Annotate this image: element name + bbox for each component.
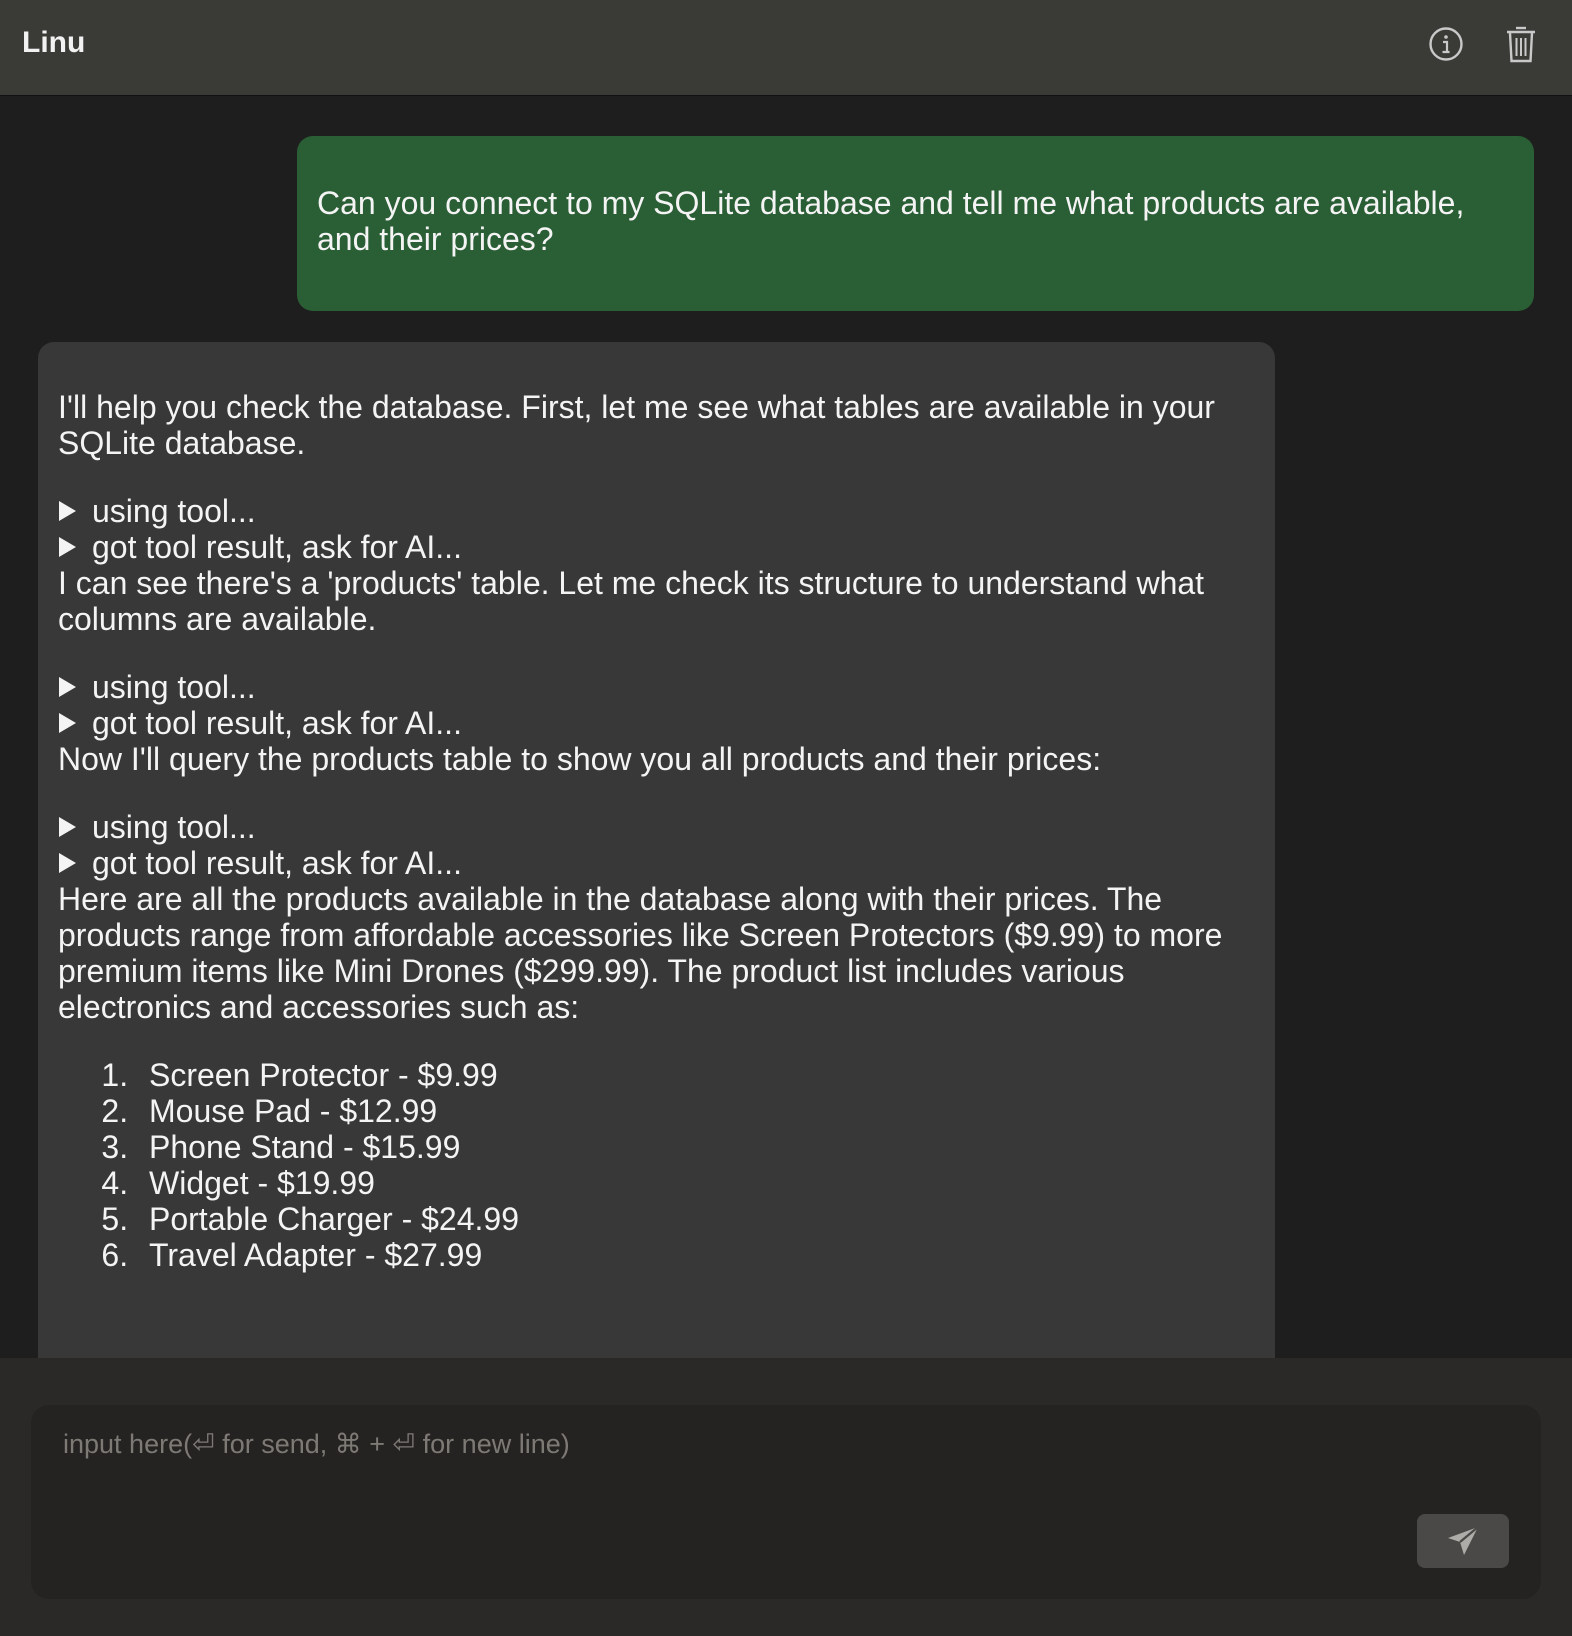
- assistant-message: I'll help you check the database. First,…: [38, 342, 1275, 1358]
- tool-call-toggle[interactable]: using tool...: [58, 809, 1255, 845]
- tool-call-label: using tool...: [92, 809, 256, 845]
- tool-result-label: got tool result, ask for AI...: [92, 529, 462, 565]
- user-message: Can you connect to my SQLite database an…: [297, 136, 1534, 311]
- tool-call-group: using tool... got tool result, ask for A…: [58, 669, 1255, 741]
- tool-call-group: using tool... got tool result, ask for A…: [58, 809, 1255, 881]
- product-list-item: Screen Protector - $9.99: [137, 1057, 1255, 1093]
- header-bar: Linu: [0, 0, 1572, 96]
- product-list-item: Mouse Pad - $12.99: [137, 1093, 1255, 1129]
- disclosure-triangle-icon: [59, 537, 76, 557]
- user-message-text: Can you connect to my SQLite database an…: [317, 185, 1465, 257]
- tool-call-label: using tool...: [92, 493, 256, 529]
- trash-icon: [1507, 26, 1535, 63]
- disclosure-triangle-icon: [59, 501, 76, 521]
- tool-call-group: using tool... got tool result, ask for A…: [58, 493, 1255, 565]
- tool-call-label: using tool...: [92, 669, 256, 705]
- trash-button[interactable]: [1499, 22, 1543, 66]
- message-input[interactable]: [61, 1427, 1445, 1531]
- disclosure-triangle-icon: [59, 677, 76, 697]
- composer: [31, 1405, 1541, 1599]
- app-window: Linu Can you connect to my SQLite databa…: [0, 0, 1572, 1636]
- tool-result-toggle[interactable]: got tool result, ask for AI...: [58, 845, 1255, 881]
- app-title: Linu: [22, 26, 86, 59]
- info-button[interactable]: [1424, 22, 1468, 66]
- tool-result-toggle[interactable]: got tool result, ask for AI...: [58, 705, 1255, 741]
- product-list-item: Widget - $19.99: [137, 1165, 1255, 1201]
- assistant-intro: I'll help you check the database. First,…: [58, 389, 1215, 461]
- assistant-summary: Here are all the products available in t…: [58, 881, 1223, 1025]
- product-list: Screen Protector - $9.99 Mouse Pad - $12…: [58, 1057, 1255, 1273]
- product-list-item: Travel Adapter - $27.99: [137, 1237, 1255, 1273]
- send-icon: [1448, 1526, 1479, 1555]
- assistant-step-2: I can see there's a 'products' table. Le…: [58, 565, 1205, 637]
- disclosure-triangle-icon: [59, 817, 76, 837]
- send-button[interactable]: [1417, 1514, 1509, 1568]
- tool-result-toggle[interactable]: got tool result, ask for AI...: [58, 529, 1255, 565]
- tool-result-label: got tool result, ask for AI...: [92, 705, 462, 741]
- product-list-item: Portable Charger - $24.99: [137, 1201, 1255, 1237]
- assistant-step-3: Now I'll query the products table to sho…: [58, 741, 1102, 777]
- disclosure-triangle-icon: [59, 853, 76, 873]
- tool-call-toggle[interactable]: using tool...: [58, 493, 1255, 529]
- disclosure-triangle-icon: [59, 713, 76, 733]
- product-list-item: Phone Stand - $15.99: [137, 1129, 1255, 1165]
- composer-area: [0, 1358, 1572, 1636]
- tool-call-toggle[interactable]: using tool...: [58, 669, 1255, 705]
- tool-result-label: got tool result, ask for AI...: [92, 845, 462, 881]
- info-icon: [1429, 27, 1463, 61]
- chat-area[interactable]: Can you connect to my SQLite database an…: [0, 97, 1572, 1358]
